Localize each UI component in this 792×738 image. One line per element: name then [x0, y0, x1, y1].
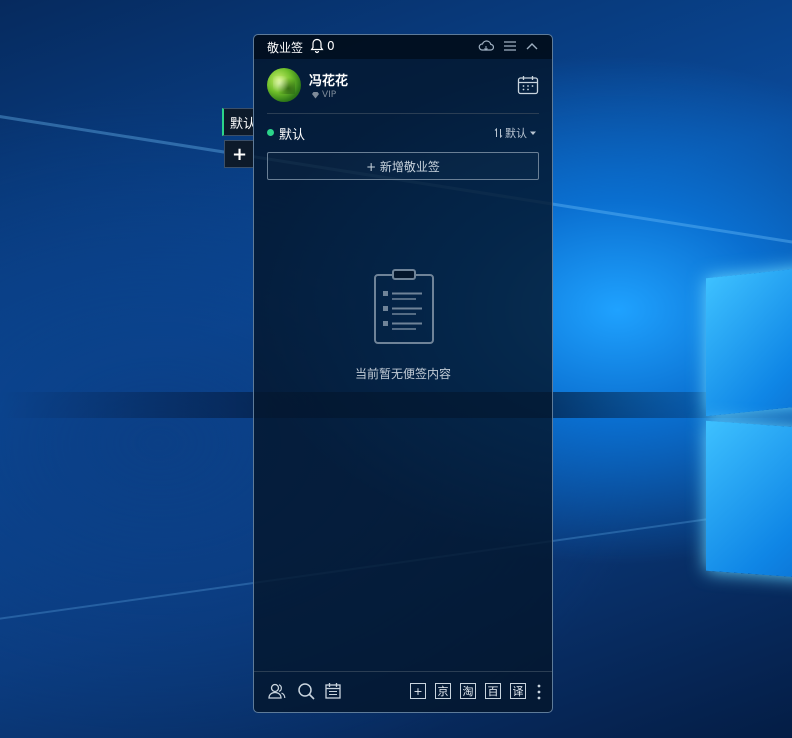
more-options-icon[interactable]	[537, 683, 541, 701]
menu-icon[interactable]	[502, 39, 518, 53]
contacts-icon[interactable]	[268, 682, 286, 700]
bottom-toolbar: + 京 淘 百 译	[254, 671, 552, 712]
shortcut-taobao-button[interactable]: 淘	[460, 683, 476, 699]
windows-logo-pane	[706, 420, 792, 580]
shortcut-baidu-button[interactable]: 百	[485, 683, 501, 699]
calendar-icon[interactable]	[517, 75, 539, 95]
sort-icon	[494, 128, 503, 138]
shortcut-translate-button[interactable]: 译	[510, 683, 526, 699]
group-side-tabs: 默认 +	[222, 108, 254, 168]
chevron-down-icon	[530, 131, 536, 135]
avatar[interactable]	[267, 68, 301, 102]
empty-state-message: 当前暂无便签内容	[354, 367, 451, 381]
shortcut-add-button[interactable]: +	[410, 683, 426, 699]
notification-count: 0	[327, 39, 335, 53]
empty-clipboard-icon	[374, 269, 434, 344]
sort-dropdown[interactable]: 默认	[494, 125, 537, 141]
app-title: 敬业签	[267, 41, 304, 55]
vip-badge: VIP	[311, 90, 336, 100]
sticky-notes-panel: 敬业签 0 冯花花 VIP 默认 默认 + 新增敬业签 当前暂无便签内容 + 京…	[253, 34, 553, 713]
title-bar[interactable]: 敬业签 0	[254, 35, 552, 59]
collapse-up-icon[interactable]	[524, 39, 540, 53]
group-tab-default[interactable]: 默认	[222, 108, 254, 136]
shortcut-jd-button[interactable]: 京	[435, 683, 451, 699]
add-note-button[interactable]: + 新增敬业签	[267, 152, 539, 180]
cloud-sync-icon[interactable]	[478, 39, 494, 53]
vip-label: VIP	[322, 90, 337, 100]
sort-label: 默认	[505, 127, 527, 140]
group-name: 默认	[279, 128, 306, 143]
diamond-icon	[312, 92, 319, 99]
username: 冯花花	[309, 74, 349, 89]
calendar-note-icon[interactable]	[324, 682, 342, 700]
windows-logo-pane	[706, 265, 792, 417]
search-icon[interactable]	[297, 682, 315, 700]
bell-icon[interactable]	[310, 38, 324, 54]
group-status-dot	[267, 129, 274, 136]
add-group-button[interactable]: +	[224, 140, 254, 168]
divider	[267, 113, 539, 114]
